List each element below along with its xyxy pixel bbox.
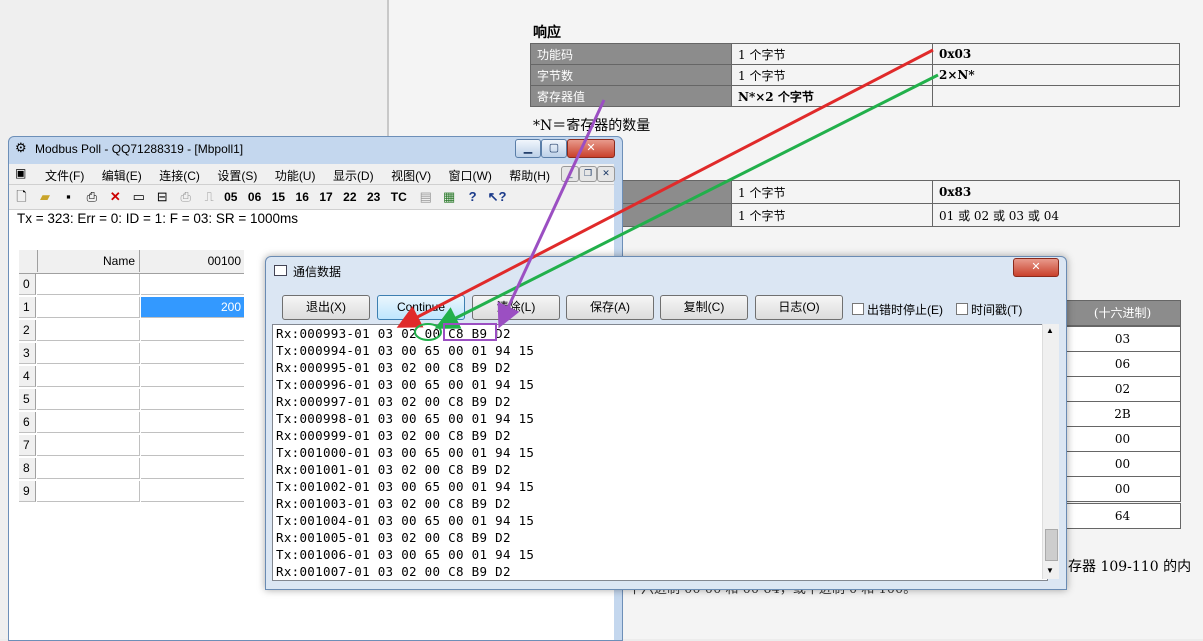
register-value-highlight bbox=[443, 323, 497, 341]
red-arrow bbox=[396, 48, 934, 328]
annotation-overlay bbox=[396, 48, 939, 341]
purple-arrow bbox=[497, 99, 606, 329]
byte-count-highlight bbox=[414, 323, 442, 341]
green-arrow bbox=[434, 73, 939, 329]
